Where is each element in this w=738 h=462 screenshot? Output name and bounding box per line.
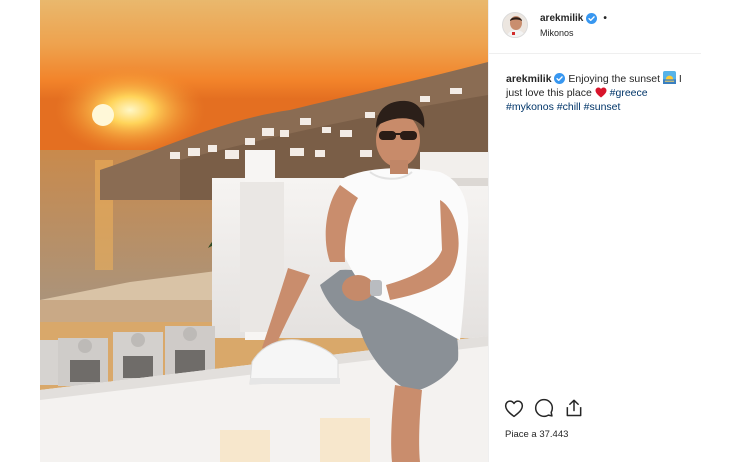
caption-text-1: Enjoying the sunset [568,73,661,85]
hashtag-sunset[interactable]: #sunset [584,101,621,113]
post-header: arekmilik • Mikonos [489,0,701,54]
post-caption: arekmilik Enjoying the sunset I just lov… [506,71,694,114]
speech-bubble-icon [534,398,554,418]
avatar-image [503,13,527,37]
heart-outline-icon [504,399,524,417]
header-username[interactable]: arekmilik [540,13,583,24]
likes-count[interactable]: Piace a 37.443 [505,429,568,440]
caption-username[interactable]: arekmilik [506,73,552,85]
post-photo[interactable] [40,0,488,462]
like-button[interactable] [502,396,526,420]
header-dot: • [603,13,607,24]
post-actions [502,396,692,422]
instagram-post: arekmilik • Mikonos arekmilik Enjoying t… [40,0,701,462]
header-location[interactable]: Mikonos [540,28,574,38]
post-sidebar: arekmilik • Mikonos arekmilik Enjoying t… [488,0,701,462]
hashtag-mykonos[interactable]: #mykonos [506,101,554,113]
avatar[interactable] [502,12,528,38]
share-button[interactable] [562,396,586,420]
verified-badge-icon [554,73,566,84]
verified-badge-icon [586,13,598,24]
sunset-emoji-icon [662,71,676,84]
comment-button[interactable] [532,396,556,420]
share-upload-icon [566,399,582,417]
hashtag-greece[interactable]: #greece [610,87,648,99]
sunset-photo-illustration [40,0,488,462]
header-username-row: arekmilik • [540,13,607,24]
hashtag-chill[interactable]: #chill [557,101,581,113]
red-heart-emoji-icon [595,87,607,98]
